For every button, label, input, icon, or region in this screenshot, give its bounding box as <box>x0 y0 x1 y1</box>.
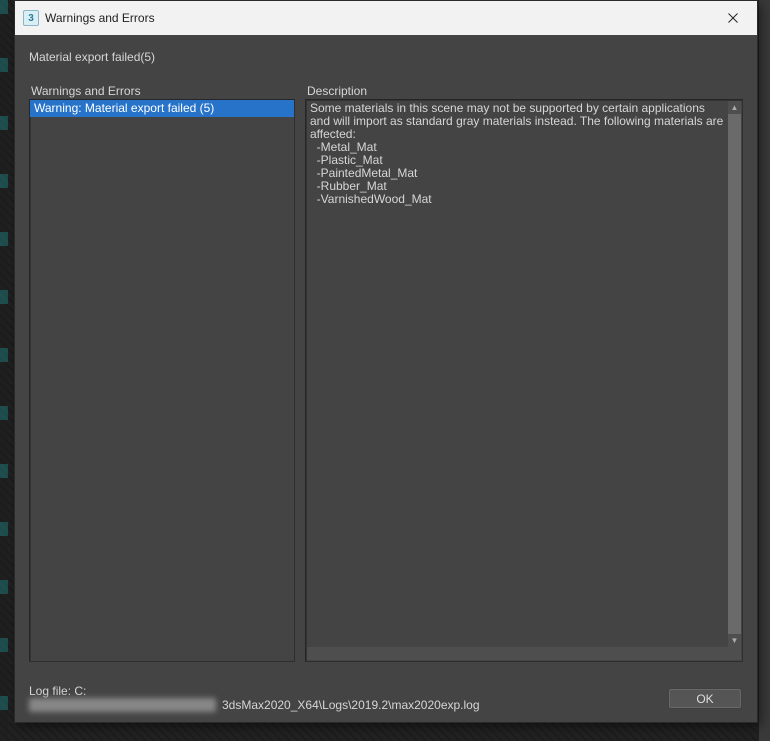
horizontal-scrollbar[interactable] <box>307 647 728 660</box>
description-textbox[interactable]: Some materials in this scene may not be … <box>305 99 743 662</box>
scroll-corner <box>728 647 741 660</box>
ok-button[interactable]: OK <box>669 689 741 708</box>
log-file-label: Log file: C: <box>29 684 743 698</box>
background-panel <box>758 0 770 741</box>
log-path-suffix: 3dsMax2020_X64\Logs\2019.2\max2020exp.lo… <box>222 698 480 712</box>
warnings-list-header: Warnings and Errors <box>29 84 295 98</box>
background-accent <box>0 0 8 741</box>
warnings-listbox[interactable]: Warning: Material export failed (5) <box>29 99 295 662</box>
log-path-redacted <box>29 698 216 712</box>
description-header: Description <box>305 84 743 98</box>
summary-label: Material export failed(5) <box>29 50 743 64</box>
scroll-thumb[interactable] <box>728 114 741 634</box>
vertical-scrollbar[interactable]: ▲ ▼ <box>728 101 741 647</box>
warnings-list-item[interactable]: Warning: Material export failed (5) <box>30 100 294 117</box>
dialog-body: Material export failed(5) Warnings and E… <box>15 35 757 722</box>
scroll-up-arrow-icon[interactable]: ▲ <box>728 101 741 114</box>
app-icon: 3 <box>23 10 39 26</box>
close-icon <box>728 13 738 23</box>
description-content: Some materials in this scene may not be … <box>306 100 728 647</box>
window-title: Warnings and Errors <box>45 11 155 25</box>
warnings-errors-dialog: 3 Warnings and Errors Material export fa… <box>14 0 758 723</box>
scroll-down-arrow-icon[interactable]: ▼ <box>728 634 741 647</box>
titlebar[interactable]: 3 Warnings and Errors <box>15 1 757 35</box>
close-button[interactable] <box>711 2 755 34</box>
